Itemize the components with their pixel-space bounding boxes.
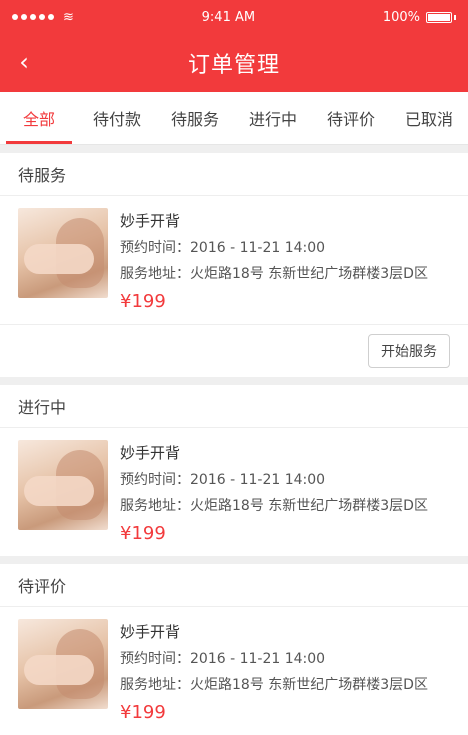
nav-bar: ‹ 订单管理 [0, 34, 468, 92]
status-time: 9:41 AM [201, 9, 256, 25]
service-name: 妙手开背 [120, 444, 181, 462]
signal-indicator: ≋ [12, 10, 74, 25]
order-price: ¥199 [120, 291, 166, 312]
signal-dot [21, 14, 27, 20]
battery-tip [453, 14, 456, 20]
wifi-icon: ≋ [63, 9, 74, 25]
section-header: 待评价 [0, 564, 468, 607]
start-service-button[interactable]: 开始服务 [368, 334, 450, 368]
signal-dot [12, 14, 18, 20]
order-price: ¥199 [120, 523, 166, 544]
order-info: 妙手开背 预约时间：2016 - 11-21 14:00 服务地址：火炬路18号… [120, 208, 450, 312]
back-button[interactable]: ‹ [10, 48, 38, 76]
service-thumbnail [18, 619, 108, 709]
service-thumbnail [18, 208, 108, 298]
order-tabs: 全部 待付款 待服务 进行中 待评价 已取消 [0, 92, 468, 145]
order-item[interactable]: 妙手开背 预约时间：2016 - 11-21 14:00 服务地址：火炬路18号… [0, 607, 468, 735]
order-item[interactable]: 妙手开背 预约时间：2016 - 11-21 14:00 服务地址：火炬路18号… [0, 196, 468, 324]
service-address: 服务地址：火炬路18号 东新世纪广场群楼3层D区 [120, 677, 428, 693]
appointment-time: 预约时间：2016 - 11-21 14:00 [120, 651, 326, 667]
section-header: 进行中 [0, 385, 468, 428]
service-thumbnail [18, 440, 108, 530]
order-item[interactable]: 妙手开背 预约时间：2016 - 11-21 14:00 服务地址：火炬路18号… [0, 428, 468, 556]
tab-pending-service[interactable]: 待服务 [156, 92, 234, 144]
tab-in-progress[interactable]: 进行中 [234, 92, 312, 144]
appointment-time: 预约时间：2016 - 11-21 14:00 [120, 240, 326, 256]
order-info: 妙手开背 预约时间：2016 - 11-21 14:00 服务地址：火炬路18号… [120, 440, 450, 544]
status-bar: ≋ 9:41 AM 100% [0, 0, 468, 34]
signal-dot [39, 14, 45, 20]
signal-dot [48, 14, 54, 20]
service-address: 服务地址：火炬路18号 东新世纪广场群楼3层D区 [120, 498, 428, 514]
tab-pending-payment[interactable]: 待付款 [78, 92, 156, 144]
section-header: 待服务 [0, 153, 468, 196]
tab-all[interactable]: 全部 [0, 92, 78, 144]
signal-dot [30, 14, 36, 20]
chevron-left-icon: ‹ [19, 48, 29, 76]
service-address: 服务地址：火炬路18号 东新世纪广场群楼3层D区 [120, 266, 428, 282]
order-actions: 开始服务 [0, 324, 468, 377]
battery-indicator: 100% [383, 10, 456, 25]
order-info: 妙手开背 预约时间：2016 - 11-21 14:00 服务地址：火炬路18号… [120, 619, 450, 723]
service-name: 妙手开背 [120, 623, 181, 641]
page-title: 订单管理 [187, 53, 280, 78]
battery-icon [425, 11, 452, 23]
service-name: 妙手开背 [120, 212, 181, 230]
tab-cancelled[interactable]: 已取消 [390, 92, 468, 144]
battery-percent: 100% [382, 9, 420, 25]
tab-pending-review[interactable]: 待评价 [312, 92, 390, 144]
order-section: 进行中 妙手开背 预约时间：2016 - 11-21 14:00 服务地址：火炬… [0, 385, 468, 556]
order-section: 待评价 妙手开背 预约时间：2016 - 11-21 14:00 服务地址：火炬… [0, 564, 468, 735]
appointment-time: 预约时间：2016 - 11-21 14:00 [120, 472, 326, 488]
order-price: ¥199 [120, 702, 166, 723]
order-section: 待服务 妙手开背 预约时间：2016 - 11-21 14:00 服务地址：火炬… [0, 153, 468, 377]
